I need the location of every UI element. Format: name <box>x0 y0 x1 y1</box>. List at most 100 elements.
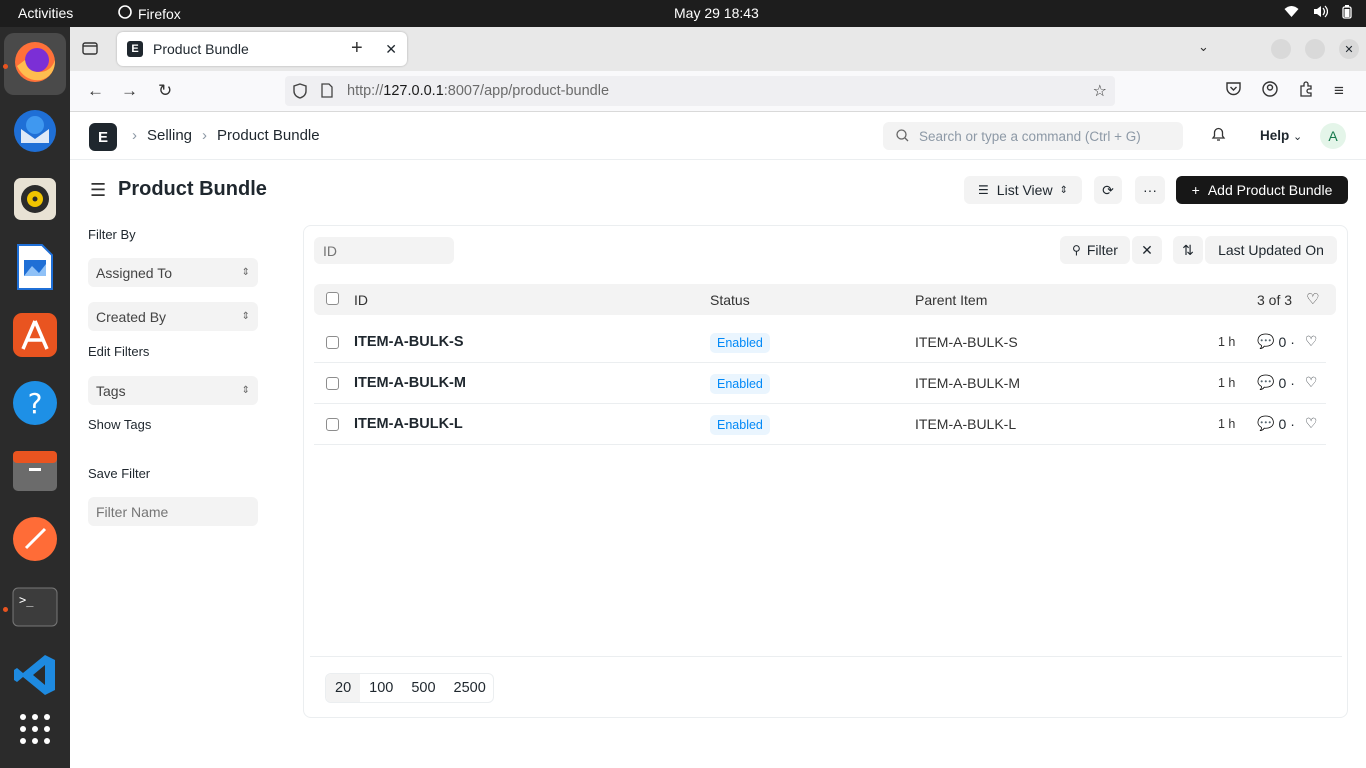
dock-files[interactable] <box>11 449 59 497</box>
battery-icon <box>1342 5 1352 22</box>
dock-show-apps[interactable] <box>11 707 59 755</box>
show-tags-link[interactable]: Show Tags <box>88 417 151 432</box>
app-navbar: E › Selling › Product Bundle Search or t… <box>70 112 1366 160</box>
sort-by-selector[interactable]: Last Updated On <box>1205 236 1337 264</box>
filter-button[interactable]: ⚲ Filter <box>1060 236 1130 264</box>
row-comments[interactable]: 💬 0 · ♡ <box>1257 333 1317 350</box>
row-comments[interactable]: 💬 0 · ♡ <box>1257 415 1317 432</box>
row-checkbox[interactable] <box>326 336 339 349</box>
comment-count: 0 <box>1278 415 1287 432</box>
save-filter-heading: Save Filter <box>88 466 151 481</box>
row-checkbox[interactable] <box>326 418 339 431</box>
column-id: ID <box>354 292 368 308</box>
extensions-icon[interactable] <box>1298 81 1314 102</box>
tags-select[interactable]: Tags ⇕ <box>88 376 258 405</box>
status-badge[interactable]: Enabled <box>710 415 770 435</box>
table-row[interactable]: ITEM-A-BULK-L Enabled ITEM-A-BULK-L 1 h … <box>314 404 1326 445</box>
close-icon: ✕ <box>1141 241 1153 258</box>
list-header-row: ID Status Parent Item 3 of 3 ♡ <box>314 284 1336 315</box>
id-filter-input[interactable] <box>314 237 454 264</box>
pocket-icon[interactable] <box>1226 81 1241 101</box>
table-row[interactable]: ITEM-A-BULK-S Enabled ITEM-A-BULK-S 1 h … <box>314 322 1326 363</box>
row-comments[interactable]: 💬 0 · ♡ <box>1257 374 1317 391</box>
row-id-link[interactable]: ITEM-A-BULK-S <box>354 334 464 350</box>
dock-thunderbird[interactable] <box>11 109 59 157</box>
system-top-bar: Activities Firefox May 29 18:43 <box>0 0 1366 27</box>
heart-icon[interactable]: ♡ <box>1305 374 1318 391</box>
dock-rhythmbox[interactable] <box>11 177 59 225</box>
dock-postman[interactable] <box>11 516 59 565</box>
restore-icon[interactable] <box>1305 39 1325 59</box>
sidebar-toggle-icon[interactable]: ☰ <box>90 180 106 201</box>
url-bar[interactable]: http://127.0.0.1:8007/app/product-bundle… <box>285 76 1115 106</box>
forward-icon[interactable]: → <box>121 81 138 101</box>
list-view-switcher[interactable]: ☰ List View ⇕ <box>964 176 1082 204</box>
clock[interactable]: May 29 18:43 <box>674 5 759 21</box>
status-badge[interactable]: Enabled <box>710 333 770 353</box>
heart-icon[interactable]: ♡ <box>1305 333 1318 350</box>
assigned-to-select[interactable]: Assigned To ⇕ <box>88 258 258 287</box>
tab-product-bundle[interactable]: E Product Bundle ✕ <box>117 32 407 66</box>
assigned-to-label: Assigned To <box>96 264 173 281</box>
help-dropdown[interactable]: Help ⌄ <box>1260 128 1302 143</box>
activities-button[interactable]: Activities <box>18 5 73 21</box>
minimize-icon[interactable] <box>1271 39 1291 59</box>
app-logo[interactable]: E <box>89 123 117 151</box>
heart-icon[interactable]: ♡ <box>1306 290 1319 308</box>
page-size-100[interactable]: 100 <box>360 674 402 702</box>
dock-firefox[interactable] <box>4 33 66 95</box>
dock-vscode[interactable] <box>11 653 59 701</box>
page-icon[interactable] <box>321 83 333 102</box>
status-badge[interactable]: Enabled <box>710 374 770 394</box>
comment-count: 0 <box>1278 333 1287 350</box>
breadcrumb-selling[interactable]: Selling <box>147 127 192 144</box>
dock-app-center[interactable] <box>11 312 59 361</box>
breadcrumb-product-bundle[interactable]: Product Bundle <box>217 127 320 144</box>
row-checkbox[interactable] <box>326 377 339 390</box>
search-placeholder: Search or type a command (Ctrl + G) <box>919 128 1141 144</box>
sort-order-button[interactable]: ⇅ <box>1173 236 1203 264</box>
dock-writer[interactable] <box>11 243 59 293</box>
help-icon: ? <box>12 380 58 431</box>
reload-icon[interactable]: ↻ <box>158 81 172 101</box>
reload-list-button[interactable]: ⟳ <box>1094 176 1122 204</box>
table-row[interactable]: ITEM-A-BULK-M Enabled ITEM-A-BULK-M 1 h … <box>314 363 1326 404</box>
awesomebar-search-input[interactable]: Search or type a command (Ctrl + G) <box>883 122 1183 150</box>
edit-filters-link[interactable]: Edit Filters <box>88 344 149 359</box>
page-size-2500[interactable]: 2500 <box>445 674 493 702</box>
more-actions-button[interactable]: ··· <box>1135 176 1165 204</box>
system-tray[interactable] <box>1284 5 1352 22</box>
select-all-checkbox[interactable] <box>326 292 339 305</box>
terminal-icon: >_ <box>12 587 58 632</box>
bookmark-star-icon[interactable]: ☆ <box>1093 81 1107 101</box>
notifications-bell-icon[interactable] <box>1211 126 1226 147</box>
comment-icon: 💬 <box>1257 374 1275 390</box>
close-tab-icon[interactable]: ✕ <box>385 41 397 58</box>
page-size-20[interactable]: 20 <box>326 674 361 702</box>
created-by-select[interactable]: Created By ⇕ <box>88 302 258 331</box>
avatar[interactable]: A <box>1320 123 1346 149</box>
add-product-bundle-button[interactable]: + Add Product Bundle <box>1176 176 1348 204</box>
row-id-link[interactable]: ITEM-A-BULK-M <box>354 375 466 391</box>
shield-icon[interactable] <box>293 83 307 103</box>
page-size-500[interactable]: 500 <box>402 674 444 702</box>
menu-icon[interactable]: ≡ <box>1334 81 1344 101</box>
heart-icon[interactable]: ♡ <box>1305 415 1318 432</box>
firefox-icon <box>118 5 132 22</box>
back-icon[interactable]: ← <box>87 81 104 101</box>
comment-icon: 💬 <box>1257 415 1275 431</box>
list-view-label: List View <box>996 182 1053 198</box>
vscode-icon <box>13 653 57 702</box>
close-window-icon[interactable]: ✕ <box>1339 39 1359 59</box>
dock-terminal[interactable]: >_ <box>11 585 59 633</box>
new-tab-icon[interactable]: + <box>351 37 363 60</box>
clear-filter-button[interactable]: ✕ <box>1132 236 1162 264</box>
account-icon[interactable] <box>1262 81 1278 102</box>
filter-name-input[interactable] <box>88 497 258 526</box>
plus-icon: + <box>1191 182 1200 198</box>
row-id-link[interactable]: ITEM-A-BULK-L <box>354 416 463 432</box>
firefox-view-icon[interactable] <box>82 40 98 61</box>
list-all-tabs-icon[interactable]: ⌄ <box>1198 39 1209 55</box>
app-menu[interactable]: Firefox <box>118 5 181 22</box>
dock-help[interactable]: ? <box>11 380 59 431</box>
